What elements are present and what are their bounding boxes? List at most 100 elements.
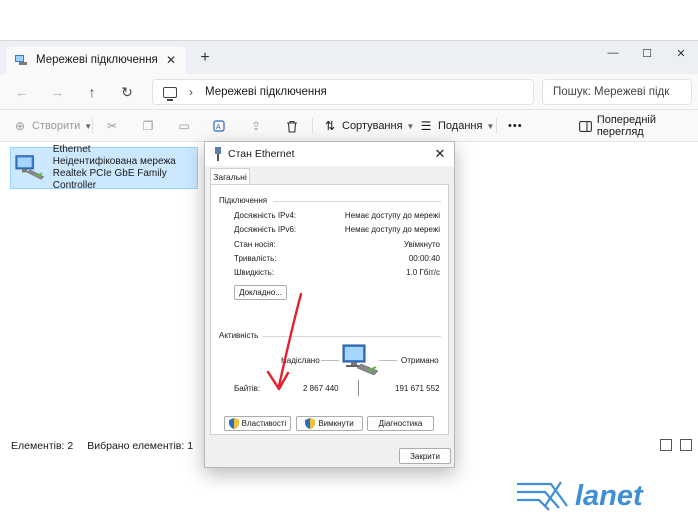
ipv6-value: Немає доступу до мережі [344, 225, 440, 234]
tab-title: Мережеві підключення [36, 54, 158, 66]
bytes-received-value: 191 671 552 [395, 384, 440, 393]
sort-button[interactable]: ⇅ Сортування ▼ [322, 116, 415, 136]
item-adapter: Realtek PCIe GbE Family Controller [52, 168, 167, 191]
uac-shield-icon [228, 418, 239, 429]
media-state-value: Увімкнуто [403, 240, 440, 249]
sort-icon: ⇅ [324, 119, 336, 133]
view-button[interactable]: ☰ Подання ▼ [418, 116, 495, 136]
cut-button[interactable]: ✂ [104, 116, 120, 136]
forward-arrow-icon[interactable]: → [47, 82, 67, 102]
diagnose-button[interactable]: Діагностика [367, 416, 434, 431]
close-window-button[interactable]: ✕ [664, 41, 698, 65]
preview-pane-button[interactable]: Попередній перегляд [578, 114, 698, 138]
refresh-icon[interactable]: ↻ [117, 82, 137, 102]
dialog-title: Стан Ethernet [228, 148, 295, 160]
item-name: Ethernet [52, 144, 91, 155]
dialog-close-icon[interactable]: ✕ [426, 146, 454, 162]
lanet-logo-text: lanet [575, 480, 644, 512]
command-bar: ⊕ Створити ▼ ✂ ❐ ▭ A ⇪ ⇅ Сортування ▼ ☰ … [0, 110, 698, 142]
connection-group-title: Підключення [219, 196, 268, 205]
properties-button[interactable]: Властивості [224, 416, 291, 431]
properties-label: Властивості [241, 419, 287, 428]
trash-icon [284, 118, 300, 134]
toolbar-divider [92, 118, 93, 134]
more-options-button[interactable]: ••• [508, 116, 523, 136]
ethernet-adapter-icon [15, 155, 45, 180]
general-panel: Підключення Досяжність IPv4: Немає досту… [210, 184, 449, 435]
sort-label: Сортування [342, 120, 403, 132]
ethernet-plug-icon [215, 147, 221, 161]
lanet-logo: lanet [515, 478, 685, 512]
copy-icon: ❐ [142, 119, 154, 133]
bytes-sent-value: 2 867 440 [303, 384, 339, 393]
list-item-ethernet[interactable]: Ethernet Неідентифікована мережа Realtek… [10, 144, 198, 191]
activity-group-title: Активність [219, 331, 259, 340]
chevron-right-icon: › [189, 85, 193, 99]
ethernet-status-dialog: Стан Ethernet ✕ Загальні Підключення Дос… [204, 141, 455, 468]
clipboard-icon: ▭ [178, 119, 190, 133]
selected-count: Вибрано елементів: 1 [87, 440, 194, 452]
ipv4-label: Досяжність IPv4: [234, 211, 297, 220]
duration-value: 00:00:40 [408, 254, 440, 263]
rename-button[interactable]: A [212, 116, 228, 136]
chevron-down-icon: ▼ [406, 121, 415, 131]
item-status: Неідентифікована мережа [52, 156, 176, 167]
group-divider [273, 201, 441, 202]
media-state-label: Стан носія: [234, 240, 276, 249]
tab-network-connections[interactable]: Мережеві підключення ✕ [6, 46, 186, 74]
tab-close-icon[interactable]: ✕ [164, 53, 178, 67]
disable-label: Вимкнути [318, 419, 354, 428]
speed-value: 1.0 Гбіт/с [406, 268, 440, 277]
chevron-down-icon: ▼ [486, 121, 495, 131]
tab-general[interactable]: Загальні [210, 168, 250, 185]
share-icon: ⇪ [250, 119, 262, 133]
toolbar-divider [496, 118, 497, 134]
toolbar-divider [312, 118, 313, 134]
uac-shield-icon [305, 418, 316, 429]
sent-label: Надіслано [281, 356, 320, 365]
details-button[interactable]: Докладно... [234, 285, 287, 300]
ipv6-label: Досяжність IPv6: [234, 225, 297, 234]
view-switcher [660, 439, 692, 451]
new-tab-button[interactable]: + [196, 49, 214, 67]
address-bar-area: ← → ↑ ↻ › Мережеві підключення Пошук: Ме… [0, 74, 698, 110]
tab-bar: Мережеві підключення ✕ + — ☐ ✕ [0, 41, 698, 74]
breadcrumb[interactable]: Мережеві підключення [205, 86, 327, 98]
address-field[interactable]: › Мережеві підключення [152, 79, 534, 105]
sent-line [321, 360, 339, 361]
network-activity-icon [342, 344, 379, 376]
rename-icon: A [212, 118, 228, 134]
create-label: Створити [32, 120, 81, 132]
svg-text:A: A [216, 124, 221, 131]
back-arrow-icon[interactable]: ← [12, 82, 32, 102]
preview-label: Попередній перегляд [596, 114, 657, 138]
scissors-icon: ✂ [106, 119, 118, 133]
delete-button[interactable] [284, 116, 300, 136]
chevron-down-icon: ▼ [84, 121, 93, 131]
copy-button[interactable]: ❐ [140, 116, 156, 136]
preview-pane-icon [578, 118, 593, 134]
details-view-icon[interactable] [660, 439, 672, 451]
received-line [379, 360, 397, 361]
paste-button[interactable]: ▭ [176, 116, 192, 136]
ipv4-value: Немає доступу до мережі [344, 211, 440, 220]
tiles-view-icon[interactable] [680, 439, 692, 451]
group-divider [263, 336, 441, 337]
minimize-button[interactable]: — [596, 41, 630, 65]
items-count: Елементів: 2 [11, 440, 74, 452]
received-label: Отримано [401, 356, 439, 365]
plus-circle-icon: ⊕ [14, 119, 26, 133]
up-arrow-icon[interactable]: ↑ [82, 82, 102, 102]
create-button[interactable]: ⊕ Створити ▼ [12, 116, 92, 136]
disable-button[interactable]: Вимкнути [296, 416, 363, 431]
view-list-icon: ☰ [420, 119, 432, 133]
close-button[interactable]: Закрити [399, 448, 451, 464]
share-button[interactable]: ⇪ [248, 116, 264, 136]
maximize-button[interactable]: ☐ [630, 41, 664, 65]
activity-divider [358, 380, 359, 396]
duration-label: Тривалість: [234, 254, 277, 263]
view-label: Подання [438, 120, 483, 132]
search-input[interactable]: Пошук: Мережеві підк [542, 79, 692, 105]
bytes-label: Байтів: [234, 384, 261, 393]
dialog-title-bar: Стан Ethernet ✕ [205, 142, 454, 166]
